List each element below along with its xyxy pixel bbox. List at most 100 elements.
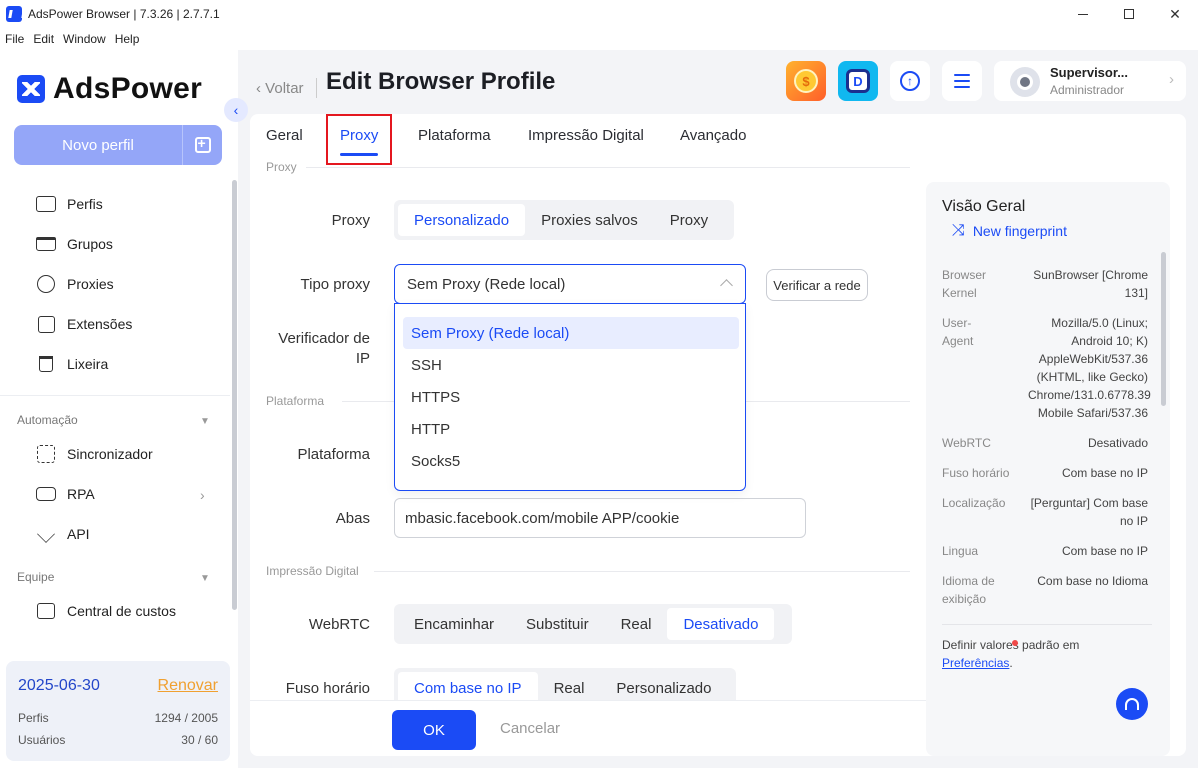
proxy-option-personalizado[interactable]: Personalizado: [398, 204, 526, 236]
webrtc-option-real[interactable]: Real: [605, 608, 668, 640]
dropdown-option-https[interactable]: HTTPS: [403, 381, 739, 413]
support-button[interactable]: [1116, 688, 1148, 720]
list-icon: [954, 74, 970, 88]
renew-link[interactable]: Renovar: [158, 677, 218, 695]
update-button[interactable]: ↑: [890, 61, 930, 101]
coin-icon: $: [794, 69, 818, 93]
section-platform-label: Plataforma: [266, 394, 325, 408]
tab-impressao-digital[interactable]: Impressão Digital: [528, 127, 644, 144]
sidebar-item-perfis[interactable]: Perfis: [36, 195, 103, 213]
edit-profile-panel: Geral Proxy Plataforma Impressão Digital…: [250, 114, 1186, 756]
tabs-input[interactable]: mbasic.facebook.com/mobile APP/cookie: [394, 498, 806, 538]
maximize-button[interactable]: [1106, 0, 1152, 28]
dropdown-option-socks5[interactable]: Socks5: [403, 445, 739, 477]
menu-help[interactable]: Help: [115, 32, 140, 46]
sidebar-item-central-de-custos[interactable]: Central de custos: [36, 602, 176, 620]
sidebar-item-rpa[interactable]: RPA: [36, 485, 95, 503]
webrtc-option-desativado[interactable]: Desativado: [667, 608, 775, 640]
update-icon: ↑: [900, 71, 920, 91]
sidebar-scrollbar[interactable]: [232, 180, 237, 610]
caret-down-icon[interactable]: ▼: [200, 573, 210, 584]
platform-label: Plataforma: [297, 446, 370, 463]
webrtc-option-encaminhar[interactable]: Encaminhar: [398, 608, 510, 640]
dropdown-option-ssh[interactable]: SSH: [403, 349, 739, 381]
logo: AdsPower: [17, 72, 202, 106]
profile-icon: [36, 196, 56, 212]
title-bar: AdsPower Browser | 7.3.26 | 2.7.7.1 ✕: [0, 0, 1198, 28]
menu-edit[interactable]: Edit: [33, 32, 54, 46]
robot-icon: [36, 487, 56, 501]
tab-plataforma[interactable]: Plataforma: [418, 127, 491, 144]
overview-scrollbar[interactable]: [1161, 252, 1166, 406]
cancel-button[interactable]: Cancelar: [500, 720, 560, 737]
app-d-button[interactable]: D: [838, 61, 878, 101]
menu-window[interactable]: Window: [63, 32, 106, 46]
sidebar-item-api[interactable]: API: [36, 525, 90, 543]
proxy-option-proxy[interactable]: Proxy: [654, 204, 724, 236]
chevron-right-icon: ›: [1169, 71, 1174, 88]
dropdown-option-http[interactable]: HTTP: [403, 413, 739, 445]
license-expiry-date: 2025-06-30: [18, 677, 100, 694]
minimize-button[interactable]: [1060, 0, 1106, 28]
folder-icon: [36, 237, 56, 251]
proxy-type-label: Tipo proxy: [300, 276, 370, 293]
license-card: 2025-06-30 Renovar Perfis 1294 / 2005 Us…: [6, 661, 230, 761]
back-button[interactable]: ‹ Voltar: [256, 78, 317, 98]
sync-icon: [37, 445, 55, 463]
notification-dot: [1012, 640, 1018, 646]
new-fingerprint-button[interactable]: ⤨ New fingerprint: [952, 222, 1067, 240]
sidebar-item-lixeira[interactable]: Lixeira: [36, 355, 108, 373]
ok-button[interactable]: OK: [392, 710, 476, 750]
ip-checker-label-2: IP: [355, 350, 370, 367]
profiles-usage-row: Perfis 1294 / 2005: [18, 711, 218, 725]
dropdown-option-sem-proxy[interactable]: Sem Proxy (Rede local): [403, 317, 739, 349]
webrtc-option-substituir[interactable]: Substituir: [510, 608, 605, 640]
chevron-up-icon: [720, 279, 733, 292]
sidebar-item-sincronizador[interactable]: Sincronizador: [36, 445, 153, 463]
section-proxy-label: Proxy: [266, 160, 297, 174]
rewards-button[interactable]: $: [786, 61, 826, 101]
proxy-label: Proxy: [331, 212, 370, 229]
adspower-logo-icon: [17, 75, 45, 103]
user-role: Administrador: [1050, 83, 1125, 97]
d-logo-icon: D: [846, 69, 870, 93]
menu-file[interactable]: File: [5, 32, 24, 46]
tab-bar: Geral Proxy Plataforma Impressão Digital…: [250, 114, 1186, 165]
collapse-sidebar-button[interactable]: ‹: [224, 98, 248, 122]
check-network-button[interactable]: Verificar a rede: [766, 269, 868, 301]
close-button[interactable]: ✕: [1152, 0, 1198, 28]
users-usage-row: Usuários 30 / 60: [18, 733, 218, 747]
headset-icon: [1125, 698, 1139, 710]
preferences-link[interactable]: Preferências: [942, 656, 1009, 670]
overview-panel: Visão Geral ⤨ New fingerprint Browser Ke…: [926, 182, 1170, 756]
app-icon: [6, 6, 22, 22]
chevron-right-icon: ›: [200, 487, 205, 503]
webrtc-label: WebRTC: [308, 616, 370, 633]
automation-section-label: Automação: [17, 413, 78, 427]
user-menu[interactable]: Supervisor... Administrador ›: [994, 61, 1186, 101]
section-fingerprint-label: Impressão Digital: [266, 564, 359, 578]
team-section-label: Equipe: [17, 570, 55, 584]
sidebar-item-proxies[interactable]: Proxies: [36, 275, 114, 293]
proxy-option-proxies-salvos[interactable]: Proxies salvos: [525, 204, 654, 236]
tab-geral[interactable]: Geral: [266, 127, 303, 144]
tab-highlight-box: [326, 114, 392, 165]
sidebar-item-extensoes[interactable]: Extensões: [36, 315, 132, 333]
chevron-left-icon: ‹: [256, 79, 266, 97]
form-footer: OK Cancelar: [250, 700, 926, 756]
new-profile-button[interactable]: Novo perfil: [14, 125, 222, 165]
proxy-type-select[interactable]: Sem Proxy (Rede local): [394, 264, 746, 304]
trash-icon: [39, 356, 53, 372]
main-area: ‹ Voltar Edit Browser Profile $ D ↑ Supe…: [238, 50, 1198, 768]
proxy-type-dropdown: Sem Proxy (Rede local) SSH HTTPS HTTP So…: [394, 303, 746, 491]
tab-avancado[interactable]: Avançado: [680, 127, 746, 144]
webrtc-segmented: Encaminhar Substituir Real Desativado: [394, 604, 792, 644]
sidebar-item-grupos[interactable]: Grupos: [36, 235, 113, 253]
defaults-note: Definir valores padrão em Preferências.: [942, 638, 1080, 670]
puzzle-icon: [37, 315, 55, 333]
tasks-button[interactable]: [942, 61, 982, 101]
overview-title: Visão Geral: [942, 198, 1026, 215]
sidebar-divider: [0, 395, 230, 396]
batch-add-button[interactable]: [182, 125, 222, 165]
caret-down-icon[interactable]: ▼: [200, 416, 210, 427]
